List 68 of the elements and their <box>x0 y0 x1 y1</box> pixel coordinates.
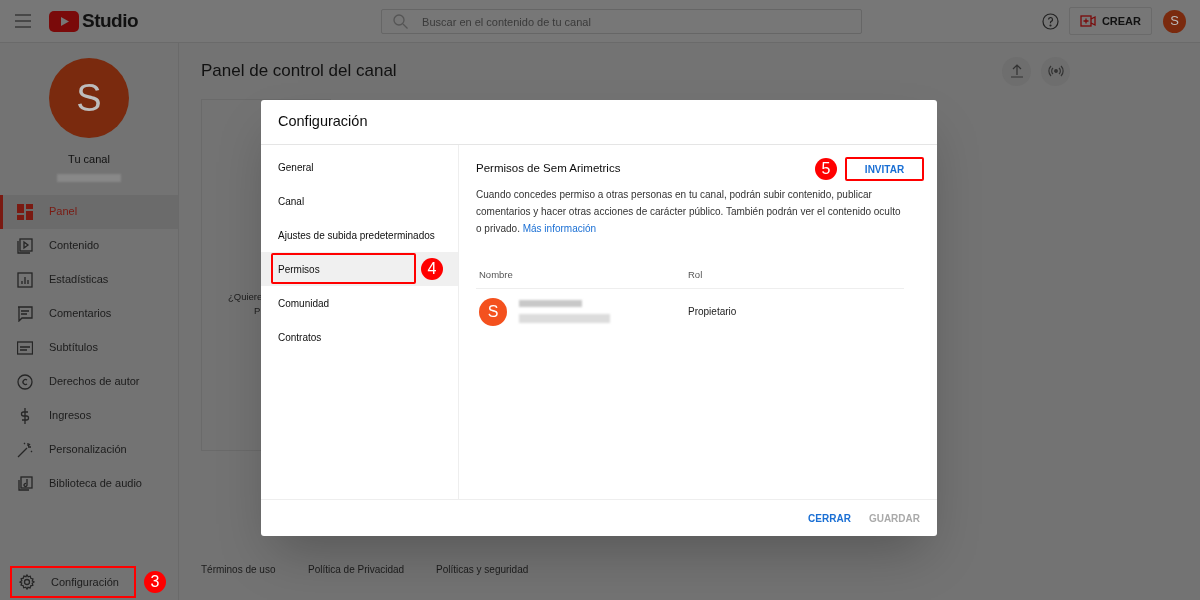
more-info-link[interactable]: Más información <box>522 223 597 234</box>
sidebar-item[interactable]: Ingresos <box>0 398 178 433</box>
channel-avatar[interactable]: S <box>49 58 129 138</box>
copyright-icon <box>17 373 33 390</box>
dialog-button[interactable]: CERRAR <box>808 510 851 526</box>
menu-icon[interactable] <box>14 14 32 28</box>
sidebar-item[interactable]: Derechos de autor <box>0 364 178 399</box>
dashboard-icon <box>17 203 33 220</box>
video-add-icon <box>1079 15 1096 27</box>
sidebar-item-label: Subtítulos <box>49 340 98 356</box>
sidebar-item-label: Personalización <box>49 442 127 458</box>
sidebar-item[interactable]: Comentarios <box>0 296 178 331</box>
video-list-icon <box>17 237 33 254</box>
blurred-member-name <box>519 300 582 307</box>
callout-number: 5 <box>815 158 837 180</box>
member-avatar: S <box>479 297 507 326</box>
dialog-nav-item[interactable]: Permisos 4 <box>261 252 458 286</box>
role-cell-text: Propietario <box>688 305 737 319</box>
subtitles-icon <box>17 339 33 356</box>
invite-button[interactable]: INVITAR <box>845 157 924 181</box>
search-icon <box>393 13 409 29</box>
page-title: Panel de control del canal <box>201 60 397 83</box>
help-icon[interactable] <box>1041 12 1059 30</box>
sidebar-item-label: Ingresos <box>49 408 92 424</box>
sidebar-item[interactable]: Subtítulos <box>0 330 178 365</box>
footer-link[interactable]: Términos de uso <box>201 564 276 575</box>
create-button[interactable]: CREAR <box>1068 7 1152 35</box>
sidebar-item[interactable]: Estadísticas <box>0 262 178 297</box>
section-heading: Permisos de Sem Arimetrics <box>476 161 621 177</box>
callout-number: 4 <box>421 258 443 280</box>
sidebar-item-label: Comentarios <box>49 306 112 322</box>
sidebar-item-label: Biblioteca de audio <box>49 476 142 492</box>
logo-text: Studio <box>82 8 139 33</box>
search-field[interactable]: Buscar en el contenido de tu canal <box>381 9 863 34</box>
broadcast-icon[interactable] <box>1041 56 1070 86</box>
card-text: ¿Quiere <box>228 290 263 304</box>
column-header: Rol <box>688 267 703 282</box>
bar-chart-icon <box>17 271 33 288</box>
user-avatar[interactable]: S <box>1163 9 1186 33</box>
settings-label: Configuración <box>51 574 119 590</box>
settings-icon <box>19 574 35 590</box>
dialog-nav-item[interactable]: Contratos <box>261 320 458 354</box>
card-text: P <box>254 304 261 319</box>
comment-icon <box>17 305 33 322</box>
callout-number: 3 <box>144 571 166 593</box>
footer-link[interactable]: Política de Privacidad <box>308 564 405 575</box>
dialog-nav-item[interactable]: General <box>261 150 458 184</box>
sidebar-item-label: Contenido <box>49 238 100 254</box>
sidebar-item-label: Panel <box>49 204 78 220</box>
dialog-nav-item[interactable]: Ajustes de subida predeterminados <box>261 218 458 252</box>
music-library-icon <box>17 475 33 492</box>
play-logo-icon[interactable] <box>49 10 79 32</box>
dialog-nav-item[interactable]: Comunidad <box>261 286 458 320</box>
column-header: Nombre <box>478 267 514 282</box>
dialog-title: Configuración <box>278 112 368 132</box>
channel-label: Tu canal <box>68 152 110 167</box>
permission-description: Cuando concedes permiso a otras personas en tu canal, podrán subir contenido, publicar comentarios y hacer otras acciones de carácter público. También podrán ver el contenido oculto o privado. Más información <box>476 188 902 236</box>
sidebar-item-label: Estadísticas <box>49 272 109 288</box>
sidebar-item[interactable]: Biblioteca de audio <box>0 466 178 501</box>
sidebar-item[interactable]: Contenido <box>0 228 178 263</box>
dialog-nav-item[interactable]: Canal <box>261 184 458 218</box>
sidebar-item[interactable]: Panel <box>0 194 178 229</box>
footer-link[interactable]: Políticas y seguridad <box>436 564 529 575</box>
sidebar-item[interactable]: Personalización <box>0 432 178 467</box>
settings-item[interactable]: Configuración <box>10 566 136 598</box>
sidebar-item-label: Derechos de autor <box>49 374 140 390</box>
upload-icon[interactable] <box>1002 56 1031 86</box>
magic-wand-icon <box>17 441 33 458</box>
